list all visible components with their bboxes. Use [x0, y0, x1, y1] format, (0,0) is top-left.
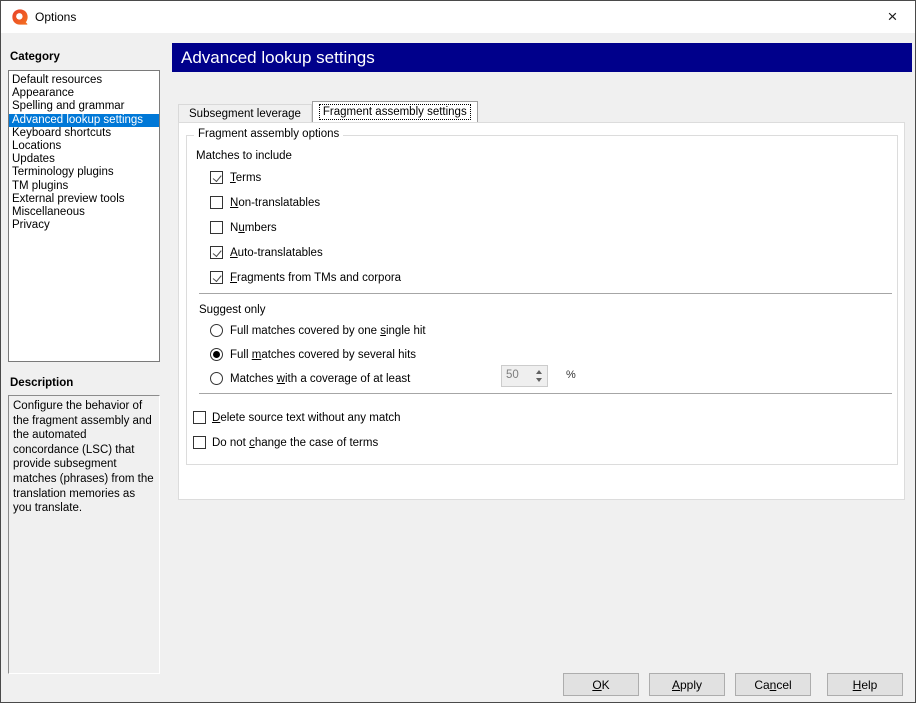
description-label: Description	[10, 377, 73, 389]
checkbox-label-terms[interactable]: Terms	[230, 172, 261, 185]
tab-label: Fragment assembly settings	[320, 105, 470, 119]
separator	[199, 393, 892, 394]
tab-strip: Subsegment leverage Fragment assembly set…	[178, 101, 478, 122]
label-post: mbers	[245, 222, 277, 234]
label-post: erms	[236, 172, 262, 184]
checkbox-label-do-not-change-the-case-of-terms[interactable]: Do not change the case of terms	[212, 437, 378, 450]
sidebar-item-spelling-and-grammar[interactable]: Spelling and grammar	[9, 100, 159, 113]
label-pre: Ca	[754, 678, 769, 692]
checkbox-fragments-from-tms-and-corpora[interactable]	[210, 271, 223, 284]
tab-page: Fragment assembly options Matches to inc…	[178, 122, 905, 500]
radio-matches-with-a-coverage-of-at-least[interactable]	[210, 372, 223, 385]
sidebar-item-locations[interactable]: Locations	[9, 140, 159, 153]
label-post: hange the case of terms	[255, 437, 378, 449]
checkbox-numbers[interactable]	[210, 221, 223, 234]
coverage-spinner: 50	[501, 365, 548, 387]
checkbox-label-fragments-from-tms-and-corpora[interactable]: Fragments from TMs and corpora	[230, 272, 401, 285]
label-post: ragments from TMs and corpora	[237, 272, 401, 284]
label-post: pply	[680, 678, 702, 692]
coverage-spinner-value: 50	[506, 369, 519, 381]
sidebar-item-tm-plugins[interactable]: TM plugins	[9, 180, 159, 193]
separator	[199, 293, 892, 294]
radio-label-full-matches-covered-by-one-single-hit[interactable]: Full matches covered by one single hit	[230, 325, 426, 338]
label-post: uto-translatables	[238, 247, 323, 259]
memoq-logo-icon	[11, 8, 29, 26]
label-post: cel	[776, 678, 791, 692]
radio-label-matches-with-a-coverage-of-at-least[interactable]: Matches with a coverage of at least	[230, 373, 410, 386]
page-title: Advanced lookup settings	[181, 48, 375, 68]
label-post: elp	[861, 678, 877, 692]
matches-to-include-label: Matches to include	[196, 150, 292, 162]
sidebar-item-external-preview-tools[interactable]: External preview tools	[9, 193, 159, 206]
label-post: atches covered by several hits	[261, 349, 416, 361]
tab-subsegment-leverage[interactable]: Subsegment leverage	[178, 104, 312, 122]
sidebar-item-miscellaneous[interactable]: Miscellaneous	[9, 206, 159, 219]
checkbox-row: Numbers	[187, 221, 897, 235]
radio-full-matches-covered-by-one-single-hit[interactable]	[210, 324, 223, 337]
label-key: A	[672, 678, 680, 692]
label-key: m	[252, 349, 262, 361]
spinner-buttons	[531, 367, 546, 385]
label-post: ingle hit	[386, 325, 426, 337]
label-post: ith a coverage of at least	[285, 373, 410, 385]
checkbox-row: Fragments from TMs and corpora	[187, 271, 897, 285]
radio-row: Full matches covered by several hits	[187, 348, 897, 362]
label-post: K	[602, 678, 610, 692]
checkbox-label-delete-source-text-without-any-match[interactable]: Delete source text without any match	[212, 412, 401, 425]
label-post: on-translatables	[238, 197, 320, 209]
spinner-up-icon[interactable]	[536, 370, 542, 374]
close-icon[interactable]: ×	[870, 1, 915, 32]
category-list: Default resourcesAppearanceSpelling and …	[8, 70, 160, 362]
sidebar-item-updates[interactable]: Updates	[9, 153, 159, 166]
radio-full-matches-covered-by-several-hits[interactable]	[210, 348, 223, 361]
sidebar-item-keyboard-shortcuts[interactable]: Keyboard shortcuts	[9, 127, 159, 140]
label-pre: Matches	[230, 373, 277, 385]
checkbox-do-not-change-the-case-of-terms[interactable]	[193, 436, 206, 449]
cancel-button[interactable]: Cancel	[735, 673, 811, 696]
label-pre: Do not	[212, 437, 249, 449]
percent-label: %	[566, 369, 576, 381]
label-key: w	[277, 373, 285, 385]
label-pre: Full	[230, 349, 252, 361]
suggest-only-label: Suggest only	[199, 304, 266, 316]
checkbox-label-auto-translatables[interactable]: Auto-translatables	[230, 247, 323, 260]
checkbox-auto-translatables[interactable]	[210, 246, 223, 259]
apply-button[interactable]: Apply	[649, 673, 725, 696]
checkbox-row: Auto-translatables	[187, 246, 897, 260]
title-bar: Options ×	[1, 1, 915, 33]
radio-label-full-matches-covered-by-several-hits[interactable]: Full matches covered by several hits	[230, 349, 416, 362]
window-title: Options	[35, 10, 76, 24]
checkbox-terms[interactable]	[210, 171, 223, 184]
ok-button[interactable]: OK	[563, 673, 639, 696]
label-key: F	[230, 272, 237, 284]
group-legend: Fragment assembly options	[194, 128, 343, 140]
page-header: Advanced lookup settings	[172, 43, 912, 72]
tab-label: Subsegment leverage	[186, 107, 304, 121]
checkbox-label-non-translatables[interactable]: Non-translatables	[230, 197, 320, 210]
checkbox-row: Terms	[187, 171, 897, 185]
checkbox-row: Do not change the case of terms	[187, 436, 897, 450]
sidebar-item-privacy[interactable]: Privacy	[9, 219, 159, 232]
sidebar-item-default-resources[interactable]: Default resources	[9, 74, 159, 87]
checkbox-row: Delete source text without any match	[187, 411, 897, 425]
options-dialog: Options × Category Default resourcesAppe…	[0, 0, 916, 703]
sidebar-item-advanced-lookup-settings[interactable]: Advanced lookup settings	[9, 114, 159, 127]
checkbox-row: Non-translatables	[187, 196, 897, 210]
checkbox-non-translatables[interactable]	[210, 196, 223, 209]
label-pre: Full matches covered by one	[230, 325, 380, 337]
tab-fragment-assembly-settings[interactable]: Fragment assembly settings	[312, 101, 478, 122]
help-button[interactable]: Help	[827, 673, 903, 696]
label-key: A	[230, 247, 238, 259]
label-key: O	[592, 678, 601, 692]
sidebar-item-terminology-plugins[interactable]: Terminology plugins	[9, 166, 159, 179]
radio-row: Full matches covered by one single hit	[187, 324, 897, 338]
category-label: Category	[10, 51, 60, 63]
label-post: elete source text without any match	[220, 412, 400, 424]
description-box: Configure the behavior of the fragment a…	[8, 395, 160, 674]
fragment-assembly-options-group: Fragment assembly options Matches to inc…	[186, 135, 898, 465]
checkbox-delete-source-text-without-any-match[interactable]	[193, 411, 206, 424]
checkbox-label-numbers[interactable]: Numbers	[230, 222, 277, 235]
sidebar-item-appearance[interactable]: Appearance	[9, 87, 159, 100]
spinner-down-icon[interactable]	[536, 378, 542, 382]
